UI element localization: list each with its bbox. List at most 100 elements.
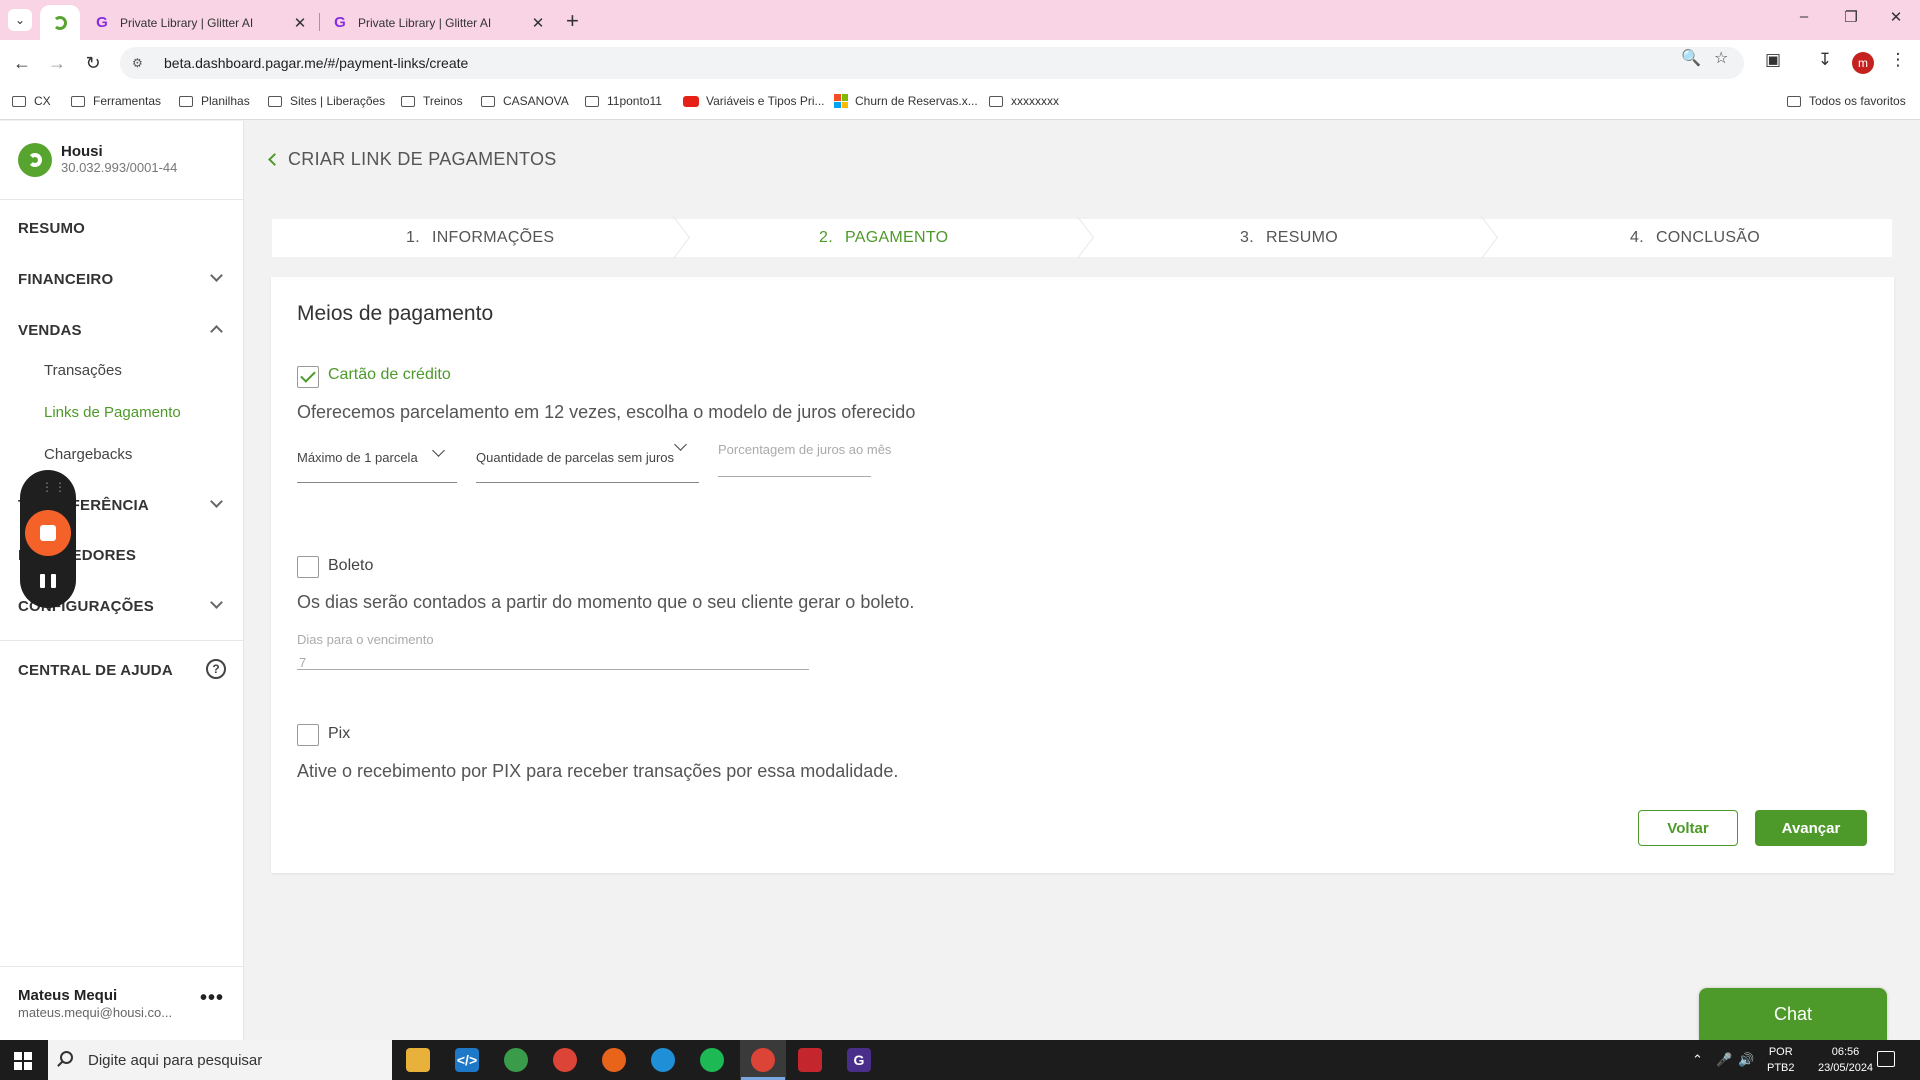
edge-icon[interactable] xyxy=(651,1048,675,1072)
vscode-icon[interactable]: </> xyxy=(455,1048,479,1072)
step-informacoes: 1. INFORMAÇÕES xyxy=(406,219,554,257)
address-bar[interactable]: ⚙ beta.dashboard.pagar.me/#/payment-link… xyxy=(120,47,1744,79)
game-app-icon[interactable] xyxy=(798,1048,822,1072)
language-indicator[interactable]: POR PTB2 xyxy=(1767,1040,1795,1080)
glitter-app-icon[interactable]: G xyxy=(847,1048,871,1072)
credit-card-checkbox[interactable] xyxy=(297,366,319,388)
firefox-icon[interactable] xyxy=(602,1048,626,1072)
chrome-profile-icon[interactable] xyxy=(741,1048,785,1080)
notifications-icon[interactable] xyxy=(1877,1051,1895,1067)
tray-expand-icon[interactable]: ⌃ xyxy=(1692,1040,1703,1080)
chevron-down-icon[interactable] xyxy=(210,495,224,511)
folder-icon xyxy=(989,95,1003,107)
avancar-button[interactable]: Avançar xyxy=(1755,810,1867,846)
windows-start-icon[interactable] xyxy=(14,1052,32,1070)
back-chevron-icon[interactable] xyxy=(268,153,281,166)
taskbar-search-input[interactable]: Digite aqui para pesquisar xyxy=(48,1040,392,1080)
nav-resumo[interactable]: RESUMO xyxy=(18,220,85,237)
chat-button[interactable]: Chat xyxy=(1699,988,1887,1040)
nav-central-de-ajuda[interactable]: CENTRAL DE AJUDA xyxy=(18,662,173,679)
chevron-down-icon xyxy=(432,444,445,457)
browser-tab-bar: ⌄ G Private Library | Glitter AI ✕ G Pri… xyxy=(0,0,1920,40)
file-explorer-icon[interactable] xyxy=(406,1048,430,1072)
tab-title: Private Library | Glitter AI xyxy=(120,15,254,30)
spotify-icon[interactable] xyxy=(700,1048,724,1072)
select-value: Quantidade de parcelas sem juros xyxy=(476,450,675,465)
pinned-tab[interactable] xyxy=(40,5,80,40)
keyboard-layout: PTB2 xyxy=(1767,1062,1795,1074)
pause-recording-button[interactable] xyxy=(40,574,56,590)
browser-menu-icon[interactable]: ⋮ xyxy=(1886,50,1910,70)
pix-label: Pix xyxy=(328,725,351,742)
folder-icon xyxy=(71,95,85,107)
help-question-icon[interactable]: ? xyxy=(206,659,226,679)
pix-checkbox[interactable] xyxy=(297,724,319,746)
bookmark-star-icon[interactable]: ☆ xyxy=(1714,48,1728,68)
profile-avatar[interactable]: m xyxy=(1852,52,1874,74)
reload-icon[interactable]: ↻ xyxy=(80,50,106,76)
chrome-icon[interactable] xyxy=(553,1048,577,1072)
volume-icon[interactable]: 🔊 xyxy=(1738,1040,1754,1080)
tab-close-icon[interactable]: ✕ xyxy=(530,14,546,32)
all-bookmarks[interactable]: Todos os favoritos xyxy=(1787,94,1906,108)
bookmark-label: Sites | Liberações xyxy=(290,94,386,108)
bookmark-xxxxxxxx[interactable]: xxxxxxxx xyxy=(989,94,1059,108)
due-days-input[interactable]: Dias para o vencimento 7 xyxy=(297,632,809,670)
nav-chargebacks[interactable]: Chargebacks xyxy=(44,446,132,463)
bookmark-label: Ferramentas xyxy=(93,94,162,108)
folder-icon xyxy=(268,95,282,107)
installments-no-interest-select[interactable]: Quantidade de parcelas sem juros xyxy=(476,431,699,483)
bookmark-sites[interactable]: Sites | Liberações xyxy=(268,94,385,108)
boleto-checkbox[interactable] xyxy=(297,556,319,578)
zoom-icon[interactable]: 🔍 xyxy=(1681,48,1701,68)
nav-transacoes[interactable]: Transações xyxy=(44,362,122,379)
bookmark-cx[interactable]: CX xyxy=(12,94,51,108)
close-window-icon[interactable]: ✕ xyxy=(1886,8,1906,26)
back-arrow-icon[interactable]: ← xyxy=(9,50,35,76)
folder-icon xyxy=(1787,95,1801,107)
minimize-icon[interactable]: – xyxy=(1794,8,1814,25)
chevron-up-icon[interactable] xyxy=(210,324,224,338)
chevron-down-icon[interactable] xyxy=(210,269,224,285)
drag-handle-icon[interactable]: ⋮⋮ xyxy=(41,480,67,494)
more-options-icon[interactable]: ••• xyxy=(200,987,224,1010)
max-installments-select[interactable]: Máximo de 1 parcela xyxy=(297,431,457,483)
downloads-icon[interactable]: ↧ xyxy=(1813,50,1837,70)
clock[interactable]: 06:56 23/05/2024 xyxy=(1818,1040,1873,1080)
restore-icon[interactable]: ❐ xyxy=(1841,8,1861,26)
bookmark-label: Variáveis e Tipos Pri... xyxy=(706,94,825,108)
bookmark-variaveis[interactable]: Variáveis e Tipos Pri... xyxy=(683,94,825,108)
stop-recording-button[interactable] xyxy=(25,510,71,556)
folder-icon xyxy=(585,95,599,107)
site-settings-icon[interactable]: ⚙ xyxy=(132,56,148,70)
extensions-icon[interactable]: ▣ xyxy=(1761,50,1785,70)
tab-close-icon[interactable]: ✕ xyxy=(292,14,308,32)
step-number: 1. xyxy=(406,229,420,246)
forward-arrow-icon[interactable]: → xyxy=(44,50,70,76)
clock-date: 23/05/2024 xyxy=(1818,1062,1874,1074)
bookmark-churn[interactable]: Churn de Reservas.x... xyxy=(834,94,978,108)
interest-rate-input[interactable]: Porcentagem de juros ao mês xyxy=(718,442,891,477)
bookmark-casanova[interactable]: CASANOVA xyxy=(481,94,569,108)
new-tab-icon[interactable]: + xyxy=(566,8,579,34)
nav-links-de-pagamento[interactable]: Links de Pagamento xyxy=(44,404,181,421)
page-title: CRIAR LINK DE PAGAMENTOS xyxy=(288,149,557,169)
voltar-button[interactable]: Voltar xyxy=(1638,810,1738,846)
bookmark-planilhas[interactable]: Planilhas xyxy=(179,94,250,108)
windows-taskbar: Digite aqui para pesquisar </> G ⌃ 🎤 🔊 P… xyxy=(0,1040,1920,1080)
bookmark-ferramentas[interactable]: Ferramentas xyxy=(71,94,161,108)
nav-vendas[interactable]: VENDAS xyxy=(18,322,82,339)
bookmark-label: Todos os favoritos xyxy=(1809,94,1906,108)
chevron-down-icon[interactable] xyxy=(210,596,224,612)
nodejs-icon[interactable] xyxy=(504,1048,528,1072)
divider xyxy=(0,199,244,200)
microphone-icon[interactable]: 🎤 xyxy=(1716,1040,1732,1080)
bookmark-treinos[interactable]: Treinos xyxy=(401,94,463,108)
bookmark-11ponto11[interactable]: 11ponto11 xyxy=(585,94,662,108)
nav-financeiro[interactable]: FINANCEIRO xyxy=(18,271,113,288)
browser-tab[interactable]: G Private Library | Glitter AI ✕ xyxy=(320,5,558,40)
company-cnpj: 30.032.993/0001-44 xyxy=(61,160,178,175)
browser-tab[interactable]: G Private Library | Glitter AI ✕ xyxy=(82,5,320,40)
tab-search-dropdown-icon[interactable]: ⌄ xyxy=(8,9,32,31)
pix-description: Ative o recebimento por PIX para receber… xyxy=(297,761,899,781)
